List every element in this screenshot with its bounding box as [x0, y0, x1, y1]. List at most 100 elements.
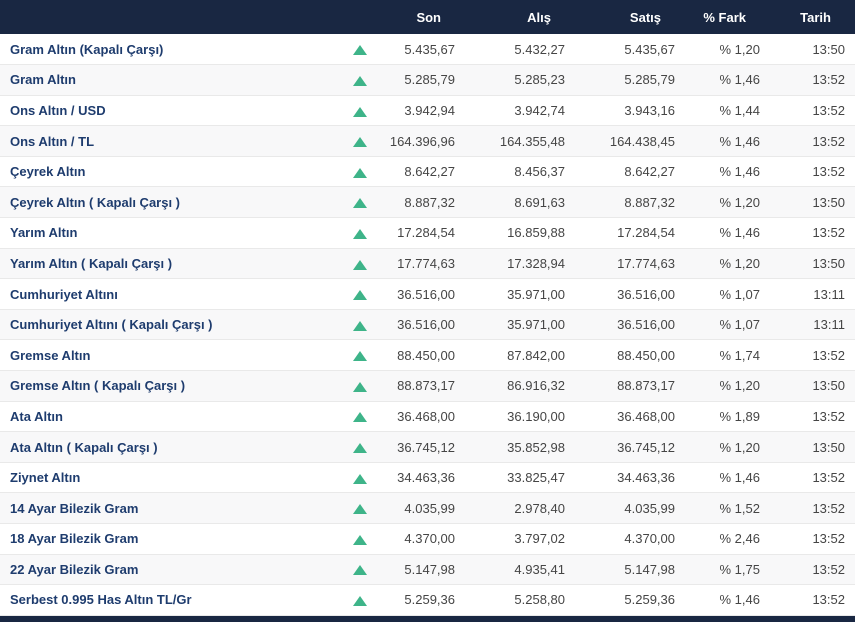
instrument-name-link[interactable]: Ata Altın ( Kapalı Çarşı ) — [0, 431, 340, 463]
fark-value: % 1,46 — [685, 64, 770, 96]
up-triangle-icon — [340, 64, 380, 96]
satis-value: 36.468,00 — [575, 401, 685, 433]
tarih-value: 13:50 — [770, 431, 855, 463]
up-triangle-icon — [340, 156, 380, 188]
table-row: Ata Altın ( Kapalı Çarşı ) 36.745,12 35.85… — [0, 431, 855, 463]
fark-value: % 1,20 — [685, 248, 770, 280]
fark-value: % 1,44 — [685, 95, 770, 127]
instrument-name-link[interactable]: Gremse Altın — [0, 339, 340, 372]
up-triangle-icon — [340, 125, 380, 157]
fark-value: % 1,07 — [685, 278, 770, 310]
satis-value: 88.873,17 — [575, 370, 685, 402]
table-row: Çeyrek Altın ( Kapalı Çarşı ) 8.887,32 8.6… — [0, 186, 855, 219]
son-value: 36.745,12 — [380, 431, 465, 463]
tarih-value: 13:50 — [770, 370, 855, 402]
alis-value: 2.978,40 — [465, 492, 575, 524]
tarih-value: 13:52 — [770, 217, 855, 249]
satis-value: 8.642,27 — [575, 156, 685, 188]
instrument-name-link[interactable]: 22 Ayar Bilezik Gram — [0, 554, 340, 586]
fark-value: % 1,46 — [685, 462, 770, 494]
instrument-name-link[interactable]: Cumhuriyet Altını ( Kapalı Çarşı ) — [0, 309, 340, 341]
satis-value: 8.887,32 — [575, 186, 685, 219]
up-triangle-icon — [340, 278, 380, 310]
up-triangle-icon — [340, 339, 380, 372]
alis-value: 33.825,47 — [465, 462, 575, 494]
fark-value: % 2,46 — [685, 523, 770, 555]
alis-value: 35.971,00 — [465, 309, 575, 341]
header-fark: % Fark — [685, 0, 770, 34]
son-value: 36.516,00 — [380, 309, 465, 341]
son-value: 36.516,00 — [380, 278, 465, 310]
instrument-name-link[interactable]: 18 Ayar Bilezik Gram — [0, 523, 340, 555]
header-row: Son Alış Satış % Fark Tarih — [0, 0, 855, 34]
tarih-value: 13:52 — [770, 125, 855, 157]
alis-value: 3.942,74 — [465, 95, 575, 127]
instrument-name-link[interactable]: Çeyrek Altın — [0, 156, 340, 188]
instrument-name-link[interactable]: Serbest 0.995 Has Altın TL/Gr — [0, 584, 340, 616]
table-body: Gram Altın (Kapalı Çarşı) 5.435,67 5.432,2… — [0, 34, 855, 616]
tarih-value: 13:52 — [770, 64, 855, 96]
satis-value: 88.450,00 — [575, 339, 685, 372]
up-triangle-icon — [340, 523, 380, 555]
fark-value: % 1,20 — [685, 186, 770, 219]
son-value: 8.887,32 — [380, 186, 465, 219]
satis-value: 36.516,00 — [575, 309, 685, 341]
alis-value: 3.797,02 — [465, 523, 575, 555]
tarih-value: 13:52 — [770, 156, 855, 188]
instrument-name-link[interactable]: Gram Altın (Kapalı Çarşı) — [0, 34, 340, 66]
alis-value: 4.935,41 — [465, 554, 575, 586]
table-row: Gremse Altın 88.450,00 87.842,00 88.450,00%… — [0, 339, 855, 372]
instrument-name-link[interactable]: Gram Altın — [0, 64, 340, 96]
instrument-name-link[interactable]: Ata Altın — [0, 401, 340, 433]
table-row: 22 Ayar Bilezik Gram 5.147,98 4.935,41 5.14… — [0, 554, 855, 586]
satis-value: 17.284,54 — [575, 217, 685, 249]
header-instrument — [0, 0, 340, 34]
up-triangle-icon — [340, 34, 380, 66]
tarih-value: 13:11 — [770, 309, 855, 341]
alis-value: 5.432,27 — [465, 34, 575, 66]
son-value: 17.284,54 — [380, 217, 465, 249]
tarih-value: 13:52 — [770, 554, 855, 586]
table-row: Ziynet Altın 34.463,36 33.825,47 34.463,36%… — [0, 462, 855, 494]
instrument-name-link[interactable]: Yarım Altın ( Kapalı Çarşı ) — [0, 248, 340, 280]
alis-value: 5.285,23 — [465, 64, 575, 96]
tarih-value: 13:50 — [770, 248, 855, 280]
instrument-name-link[interactable]: Çeyrek Altın ( Kapalı Çarşı ) — [0, 186, 340, 219]
table-row: Gremse Altın ( Kapalı Çarşı ) 88.873,17 86… — [0, 370, 855, 402]
tarih-value: 13:52 — [770, 339, 855, 372]
son-value: 4.370,00 — [380, 523, 465, 555]
instrument-name-link[interactable]: 14 Ayar Bilezik Gram — [0, 492, 340, 524]
instrument-name-link[interactable]: Cumhuriyet Altını — [0, 278, 340, 310]
footer-bar — [0, 615, 855, 622]
satis-value: 36.745,12 — [575, 431, 685, 463]
son-value: 88.450,00 — [380, 339, 465, 372]
up-triangle-icon — [340, 186, 380, 219]
tarih-value: 13:52 — [770, 492, 855, 524]
tarih-value: 13:11 — [770, 278, 855, 310]
table-row: 14 Ayar Bilezik Gram 4.035,99 2.978,40 4.03… — [0, 492, 855, 524]
up-triangle-icon — [340, 492, 380, 524]
table-row: 18 Ayar Bilezik Gram 4.370,00 3.797,02 4.37… — [0, 523, 855, 555]
instrument-name-link[interactable]: Gremse Altın ( Kapalı Çarşı ) — [0, 370, 340, 402]
table-row: Gram Altın 5.285,79 5.285,23 5.285,79% 1,46… — [0, 64, 855, 96]
tarih-value: 13:52 — [770, 95, 855, 127]
son-value: 164.396,96 — [380, 125, 465, 157]
instrument-name-link[interactable]: Ziynet Altın — [0, 462, 340, 494]
header-alis: Alış — [465, 0, 575, 34]
table-row: Serbest 0.995 Has Altın TL/Gr 5.259,36 5.2… — [0, 584, 855, 616]
tarih-value: 13:52 — [770, 462, 855, 494]
header-satis: Satış — [575, 0, 685, 34]
table-row: Ata Altın 36.468,00 36.190,00 36.468,00% 1,… — [0, 401, 855, 433]
instrument-name-link[interactable]: Ons Altın / TL — [0, 125, 340, 157]
son-value: 17.774,63 — [380, 248, 465, 280]
alis-value: 35.852,98 — [465, 431, 575, 463]
instrument-name-link[interactable]: Yarım Altın — [0, 217, 340, 249]
satis-value: 5.259,36 — [575, 584, 685, 616]
instrument-name-link[interactable]: Ons Altın / USD — [0, 95, 340, 127]
fark-value: % 1,89 — [685, 401, 770, 433]
satis-value: 5.285,79 — [575, 64, 685, 96]
fark-value: % 1,74 — [685, 339, 770, 372]
up-triangle-icon — [340, 95, 380, 127]
up-triangle-icon — [340, 217, 380, 249]
tarih-value: 13:52 — [770, 523, 855, 555]
